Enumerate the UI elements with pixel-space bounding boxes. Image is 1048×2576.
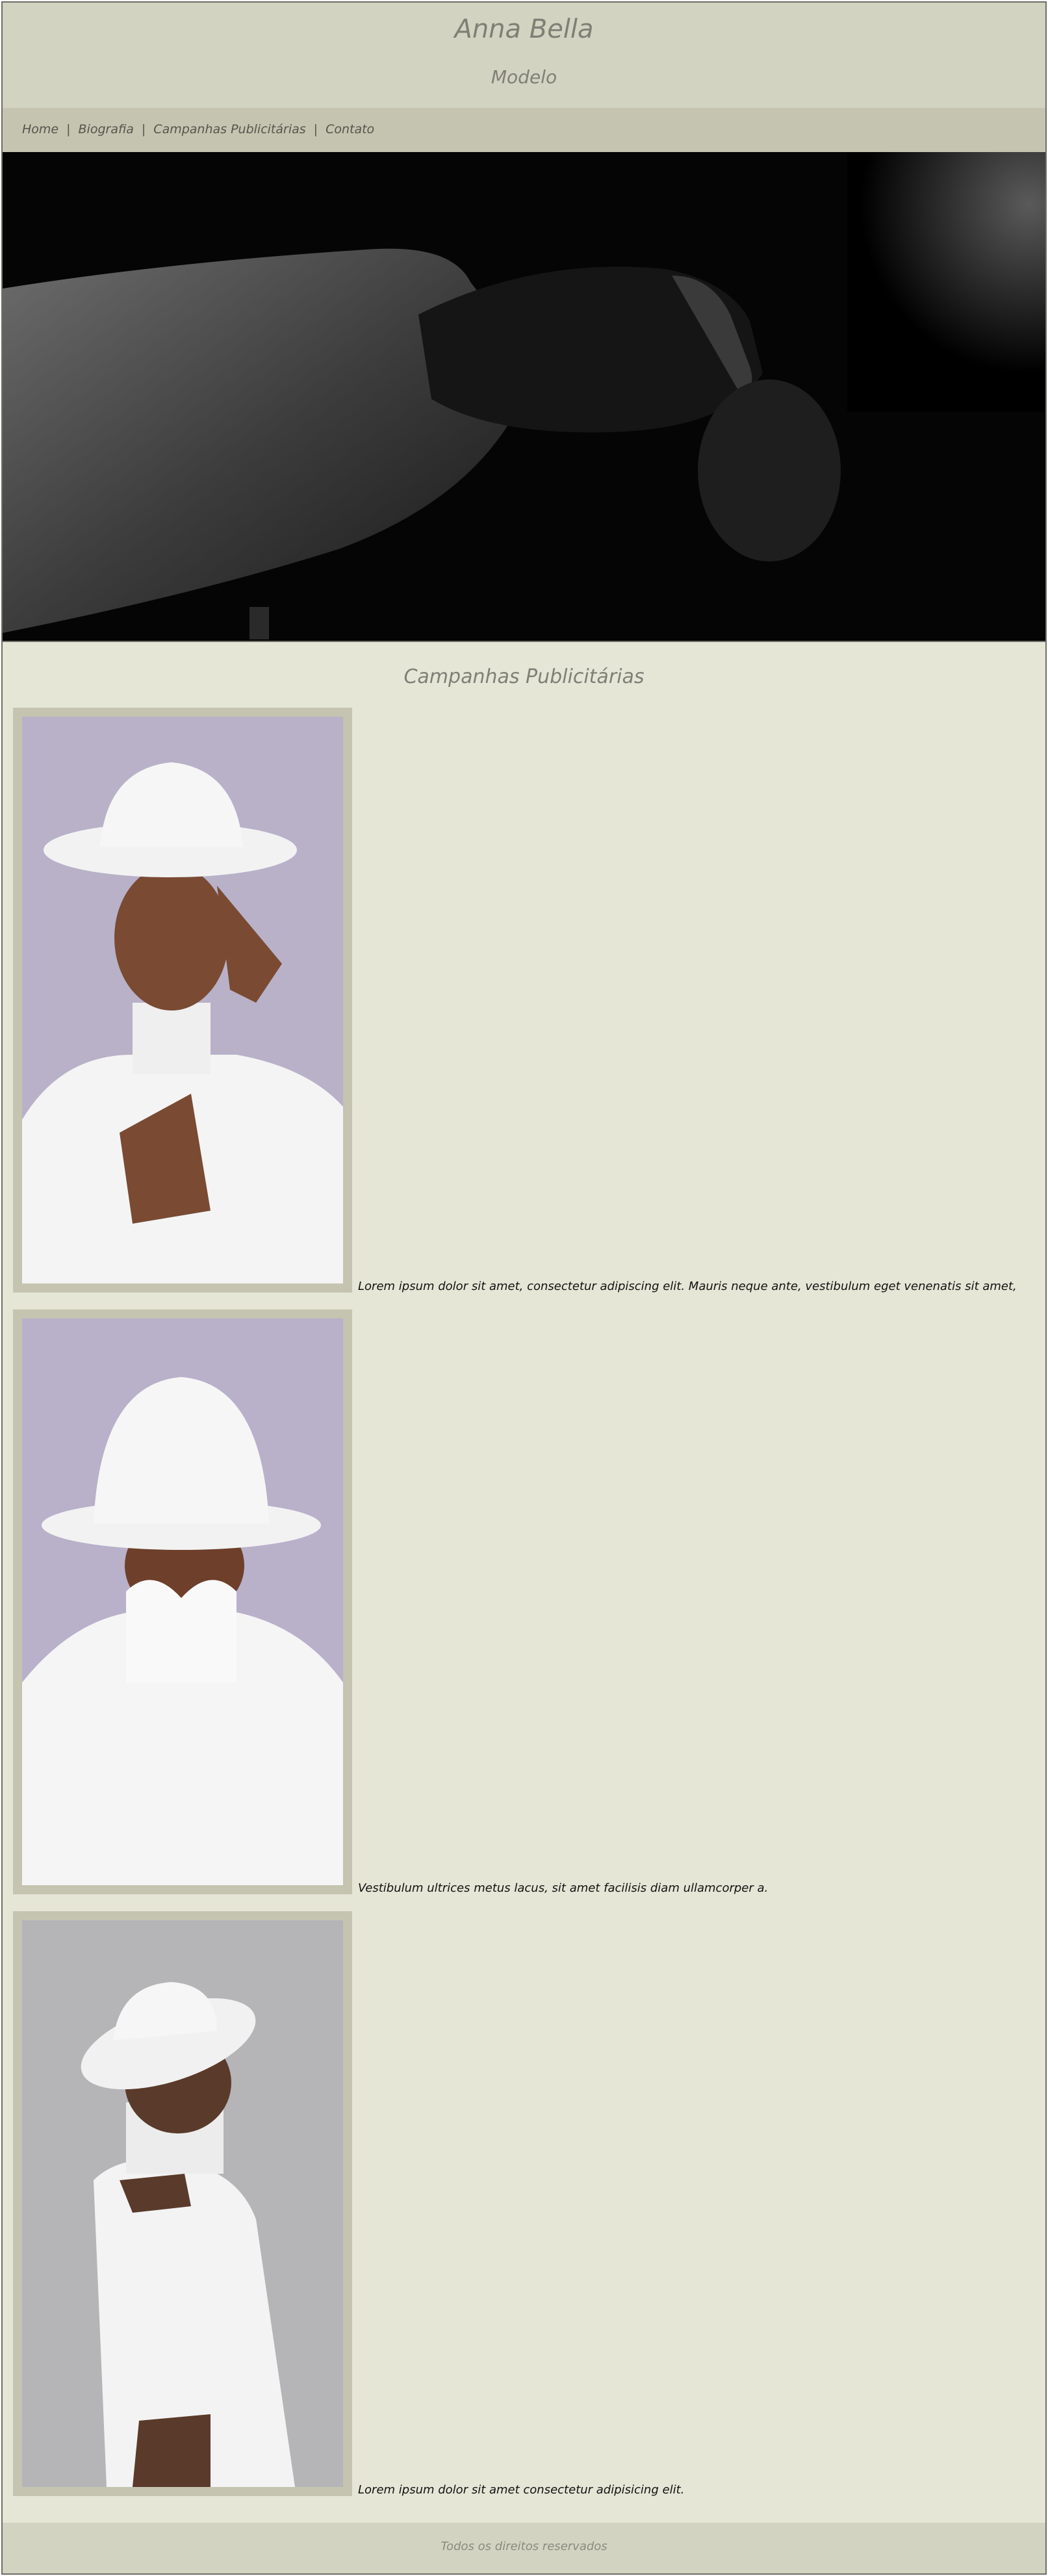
campaign-photo (13, 1309, 352, 1894)
main-nav: Home | Biografia | Campanhas Publicitári… (3, 108, 1045, 152)
site-footer: Todos os direitos reservados (3, 2523, 1045, 2573)
nav-link-contato[interactable]: Contato (326, 122, 374, 136)
campaign-caption: Lorem ipsum dolor sit amet, consectetur … (358, 1280, 1017, 1293)
campaign-caption: Lorem ipsum dolor sit amet consectetur a… (358, 2483, 685, 2497)
section-title: Campanhas Publicitárias (403, 665, 645, 688)
page-frame: Anna Bella Modelo Home | Biografia | Cam… (1, 1, 1047, 2575)
hero-image (3, 152, 1045, 642)
campaign-photo (13, 1911, 352, 2496)
footer-text: Todos os direitos reservados (441, 2540, 607, 2553)
nav-link-home[interactable]: Home (22, 122, 58, 136)
campaign-photo (13, 708, 352, 1293)
site-header: Anna Bella Modelo (3, 3, 1045, 108)
nav-link-biografia[interactable]: Biografia (79, 122, 134, 136)
campaign-caption: Vestibulum ultrices metus lacus, sit ame… (358, 1881, 769, 1895)
nav-separator: | (313, 122, 318, 136)
site-title: Anna Bella (454, 14, 594, 44)
nav-separator: | (66, 122, 71, 136)
site-subtitle: Modelo (491, 66, 557, 88)
nav-link-campanhas[interactable]: Campanhas Publicitárias (153, 122, 305, 136)
nav-separator: | (141, 122, 146, 136)
